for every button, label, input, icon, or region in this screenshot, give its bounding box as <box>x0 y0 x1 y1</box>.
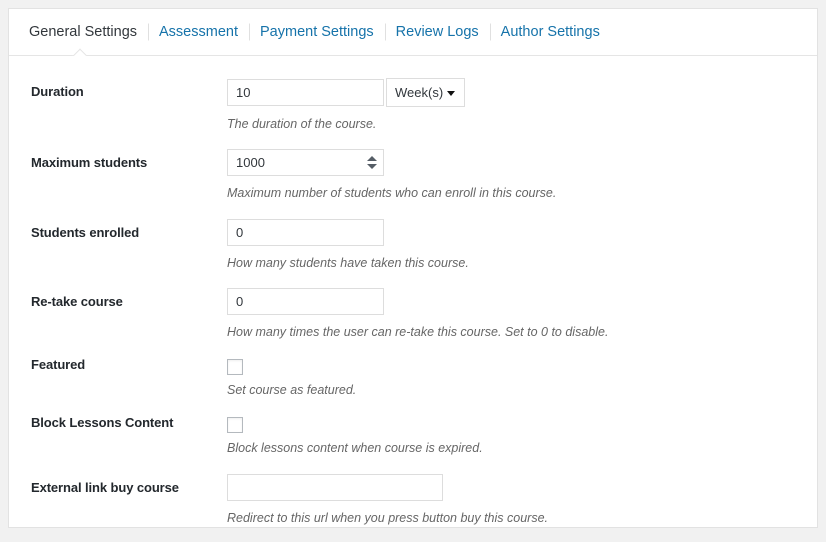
field-row-retake-course: Re-take course How many times the user c… <box>9 287 817 340</box>
tab-author-settings-label: Author Settings <box>500 23 600 40</box>
students-enrolled-field-group: How many students have taken this course… <box>227 218 817 271</box>
featured-description: Set course as featured. <box>227 383 357 397</box>
students-enrolled-description: How many students have taken this course… <box>227 255 469 270</box>
featured-controls <box>227 357 817 375</box>
duration-label: Duration <box>31 84 84 99</box>
block-lessons-content-checkbox[interactable] <box>227 417 243 434</box>
spinner-up-icon[interactable] <box>367 156 377 162</box>
duration-description: The duration of the course. <box>227 117 377 131</box>
duration-input[interactable] <box>227 79 384 106</box>
tab-payment-settings-label: Payment Settings <box>260 23 374 40</box>
block-lessons-content-description: Block lessons content when course is exp… <box>227 441 483 456</box>
tab-general-settings[interactable]: General Settings <box>29 25 148 40</box>
field-row-students-enrolled: Students enrolled How many students have… <box>9 218 817 271</box>
block-lessons-content-controls <box>227 415 817 434</box>
featured-field-group: Set course as featured. <box>227 357 817 398</box>
tab-payment-settings[interactable]: Payment Settings <box>249 25 385 40</box>
tab-assessment-label: Assessment <box>159 23 238 40</box>
course-settings-panel: General Settings Assessment Payment Sett… <box>8 8 818 528</box>
tab-review-logs-label: Review Logs <box>395 23 479 40</box>
external-link-buy-course-label: External link buy course <box>31 479 179 495</box>
tab-bar-divider <box>9 55 817 56</box>
retake-course-controls <box>227 287 817 315</box>
students-enrolled-input[interactable] <box>227 218 384 246</box>
retake-course-description: How many times the user can re-take this… <box>227 324 609 339</box>
field-row-maximum-students: Maximum students Maximum number of stude… <box>9 149 817 201</box>
tab-assessment[interactable]: Assessment <box>148 25 249 40</box>
maximum-students-input[interactable] <box>227 149 384 177</box>
duration-unit-select[interactable]: Week(s) <box>386 78 465 107</box>
spinner-down-icon[interactable] <box>367 164 377 170</box>
external-link-buy-course-input[interactable] <box>227 473 443 501</box>
featured-label: Featured <box>31 357 86 372</box>
field-row-external-link-buy-course: External link buy course Redirect to thi… <box>9 473 817 526</box>
general-settings-form: Duration Week(s) The duration of the cou… <box>9 56 817 526</box>
tab-author-settings[interactable]: Author Settings <box>490 25 611 40</box>
duration-field-group: Week(s) The duration of the course. <box>227 78 817 132</box>
external-link-buy-course-field-group: Redirect to this url when you press butt… <box>227 473 817 526</box>
maximum-students-stepper[interactable] <box>227 149 384 177</box>
chevron-down-icon <box>447 90 455 96</box>
external-link-buy-course-description: Redirect to this url when you press butt… <box>227 510 548 525</box>
maximum-students-field-group: Maximum number of students who can enrol… <box>227 149 817 201</box>
field-row-duration: Duration Week(s) The duration of the cou… <box>9 78 817 132</box>
retake-course-label: Re-take course <box>31 293 123 309</box>
retake-course-input[interactable] <box>227 287 384 315</box>
students-enrolled-label: Students enrolled <box>31 224 140 240</box>
students-enrolled-controls <box>227 218 817 246</box>
block-lessons-content-field-group: Block lessons content when course is exp… <box>227 415 817 456</box>
tab-list: General Settings Assessment Payment Sett… <box>9 9 817 55</box>
duration-unit-value: Week(s) <box>395 85 444 100</box>
maximum-students-label: Maximum students <box>31 155 148 171</box>
field-row-featured: Featured Set course as featured. <box>9 357 817 398</box>
number-spinner-icon[interactable] <box>366 149 378 176</box>
external-link-buy-course-controls <box>227 473 817 501</box>
duration-controls: Week(s) <box>227 78 817 107</box>
retake-course-field-group: How many times the user can re-take this… <box>227 287 817 340</box>
maximum-students-controls <box>227 149 817 177</box>
featured-checkbox[interactable] <box>227 359 243 375</box>
maximum-students-description: Maximum number of students who can enrol… <box>227 186 557 201</box>
field-row-block-lessons-content: Block Lessons Content Block lessons cont… <box>9 415 817 456</box>
settings-tab-bar: General Settings Assessment Payment Sett… <box>9 9 817 56</box>
block-lessons-content-label: Block Lessons Content <box>31 415 174 431</box>
tab-general-settings-label: General Settings <box>29 23 138 40</box>
tab-review-logs[interactable]: Review Logs <box>385 25 490 40</box>
